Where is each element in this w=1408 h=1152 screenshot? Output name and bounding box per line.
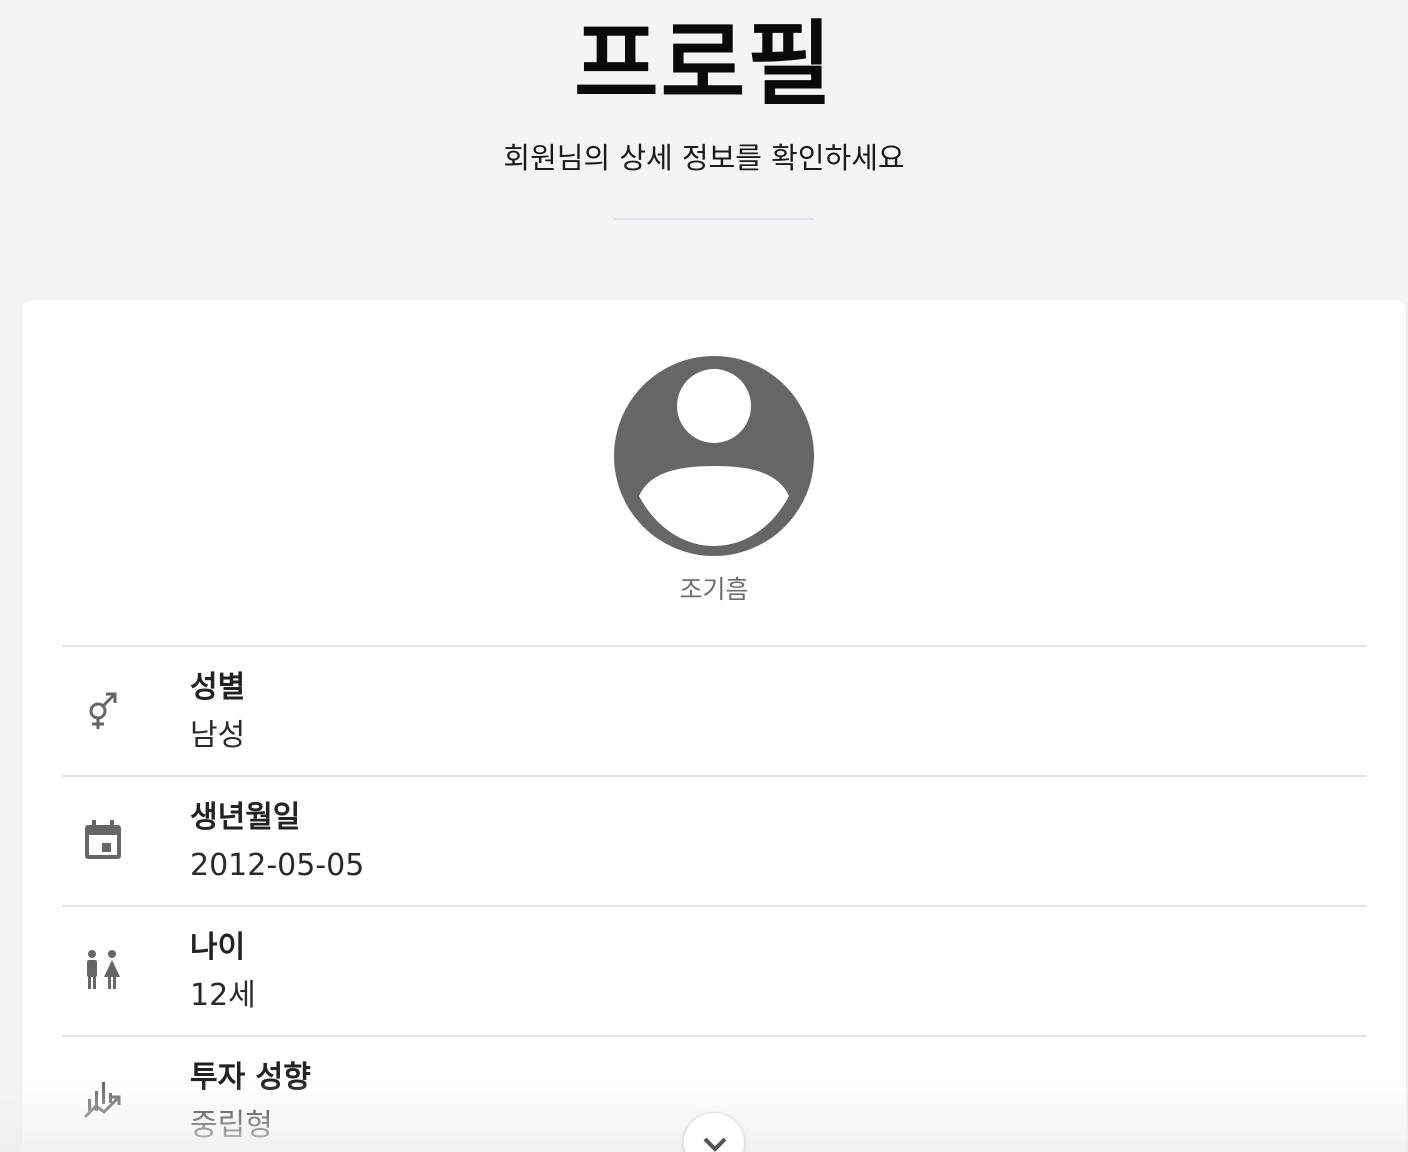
info-row-birthdate: 생년월일 2012-05-05 [62,777,1366,907]
info-label: 생년월일 [190,800,301,835]
info-value: 중립형 [190,1108,273,1143]
page-title: 프로필 [574,11,834,118]
info-label: 나이 [190,930,246,965]
calendar-icon [82,819,124,861]
page-subtitle: 회원님의 상세 정보를 확인하세요 [503,141,905,175]
male-female-icon [82,689,124,731]
profile-card: 조기흠 성별 남성 생년월일 2012-05-05 나이 12세 투자 성향 중… [22,300,1406,1152]
title-divider [614,218,814,220]
profile-page: 프로필 회원님의 상세 정보를 확인하세요 조기흠 성별 남성 생년월일 201… [0,0,1408,1152]
trending-chart-icon [82,1079,124,1121]
info-row-age: 나이 12세 [62,907,1366,1037]
info-row-gender: 성별 남성 [62,647,1366,777]
chevron-down-icon [703,1137,727,1152]
info-label: 투자 성향 [190,1060,311,1095]
info-value: 12세 [190,978,256,1013]
wc-people-icon [82,949,124,991]
info-label: 성별 [190,670,246,705]
user-name: 조기흠 [679,575,749,604]
account-circle-icon [614,356,814,556]
profile-info-list: 성별 남성 생년월일 2012-05-05 나이 12세 투자 성향 중립형 [62,645,1366,1152]
info-value: 남성 [190,718,246,753]
info-value: 2012-05-05 [190,848,365,883]
